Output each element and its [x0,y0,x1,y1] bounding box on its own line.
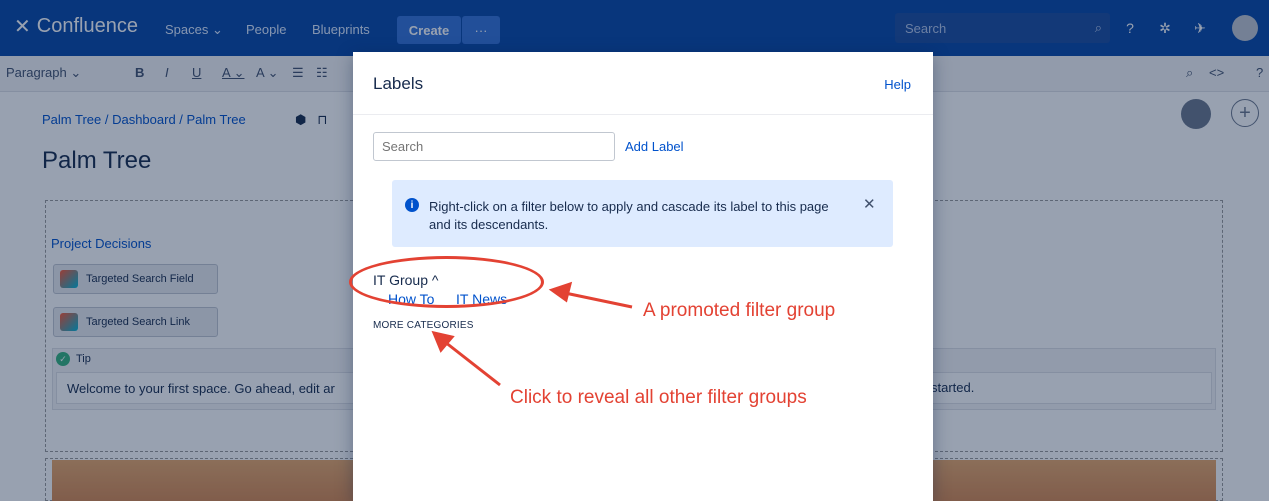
annotation-reveal-text: Click to reveal all other filter groups [510,387,807,408]
info-message-text: Right-click on a filter below to apply a… [429,199,829,232]
add-label-button[interactable]: Add Label [625,139,684,154]
close-icon[interactable]: ✕ [863,195,876,213]
annotation-ellipse [349,256,544,308]
dialog-title: Labels [373,74,424,93]
help-link[interactable]: Help [884,77,911,92]
label-search-input[interactable] [373,132,615,161]
annotation-promoted-text: A promoted filter group [643,300,836,321]
dialog-divider [353,114,933,115]
info-icon: i [405,198,419,212]
more-categories-link[interactable]: MORE CATEGORIES [373,320,474,331]
